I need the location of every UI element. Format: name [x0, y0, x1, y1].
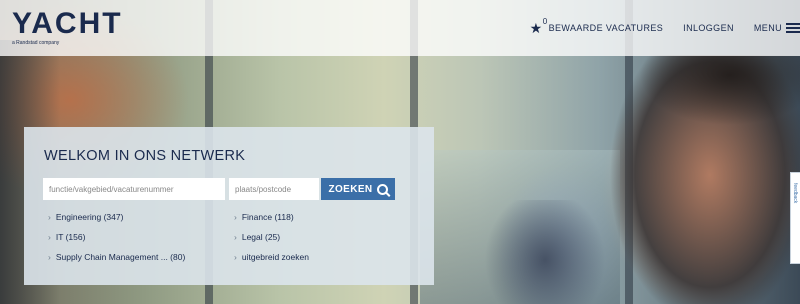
saved-jobs-link[interactable]: ★ 0 BEWAARDE VACATURES: [529, 17, 664, 36]
advanced-search-link[interactable]: › uitgebreid zoeken: [234, 252, 309, 262]
category-link-label: Finance (118): [241, 212, 294, 222]
category-link-label: uitgebreid zoeken: [241, 252, 309, 262]
logo-subtitle: a Randstad company: [12, 40, 60, 46]
chevron-right-icon: ›: [234, 212, 237, 222]
category-link-label: Legal (25): [241, 232, 281, 242]
login-link[interactable]: INLOGGEN: [683, 23, 734, 33]
location-input[interactable]: [229, 178, 319, 200]
menu-label: MENU: [753, 23, 782, 33]
category-link-engineering[interactable]: › Engineering (347): [48, 212, 123, 222]
feedback-tab-label: feedback: [792, 183, 798, 204]
category-link-finance[interactable]: › Finance (118): [234, 212, 294, 222]
chevron-right-icon: ›: [48, 232, 51, 242]
category-link-label: IT (156): [55, 232, 86, 242]
chevron-right-icon: ›: [48, 212, 51, 222]
category-link-label: Engineering (347): [55, 212, 124, 222]
chevron-right-icon: ›: [234, 252, 237, 262]
search-button[interactable]: ZOEKEN: [321, 178, 395, 200]
saved-jobs-label: BEWAARDE VACATURES: [548, 23, 664, 33]
site-header: YACHT a Randstad company ★ 0 BEWAARDE VAC…: [0, 0, 800, 56]
star-icon: ★ 0: [529, 17, 548, 36]
yacht-logo[interactable]: YACHT: [12, 8, 123, 40]
background-person: [480, 200, 610, 304]
hamburger-menu-icon: [786, 23, 800, 33]
category-link-label: Supply Chain Management ... (80): [55, 252, 186, 262]
category-link-supply-chain[interactable]: › Supply Chain Management ... (80): [48, 252, 185, 262]
saved-jobs-count: 0: [542, 17, 548, 26]
category-link-legal[interactable]: › Legal (25): [234, 232, 280, 242]
feedback-tab[interactable]: feedback: [790, 172, 800, 264]
search-icon: [376, 183, 388, 195]
search-button-label: ZOEKEN: [328, 183, 373, 195]
chevron-right-icon: ›: [48, 252, 51, 262]
smiling-man-hair: [640, 55, 800, 135]
panel-title: WELKOM IN ONS NETWERK: [44, 148, 246, 164]
chevron-right-icon: ›: [234, 232, 237, 242]
job-search-input[interactable]: [43, 178, 225, 200]
top-nav: ★ 0 BEWAARDE VACATURES INLOGGEN MENU: [530, 0, 800, 56]
search-panel: WELKOM IN ONS NETWERK ZOEKEN › Engineerin…: [24, 127, 434, 285]
category-link-it[interactable]: › IT (156): [48, 232, 85, 242]
menu-button[interactable]: MENU: [754, 23, 800, 33]
